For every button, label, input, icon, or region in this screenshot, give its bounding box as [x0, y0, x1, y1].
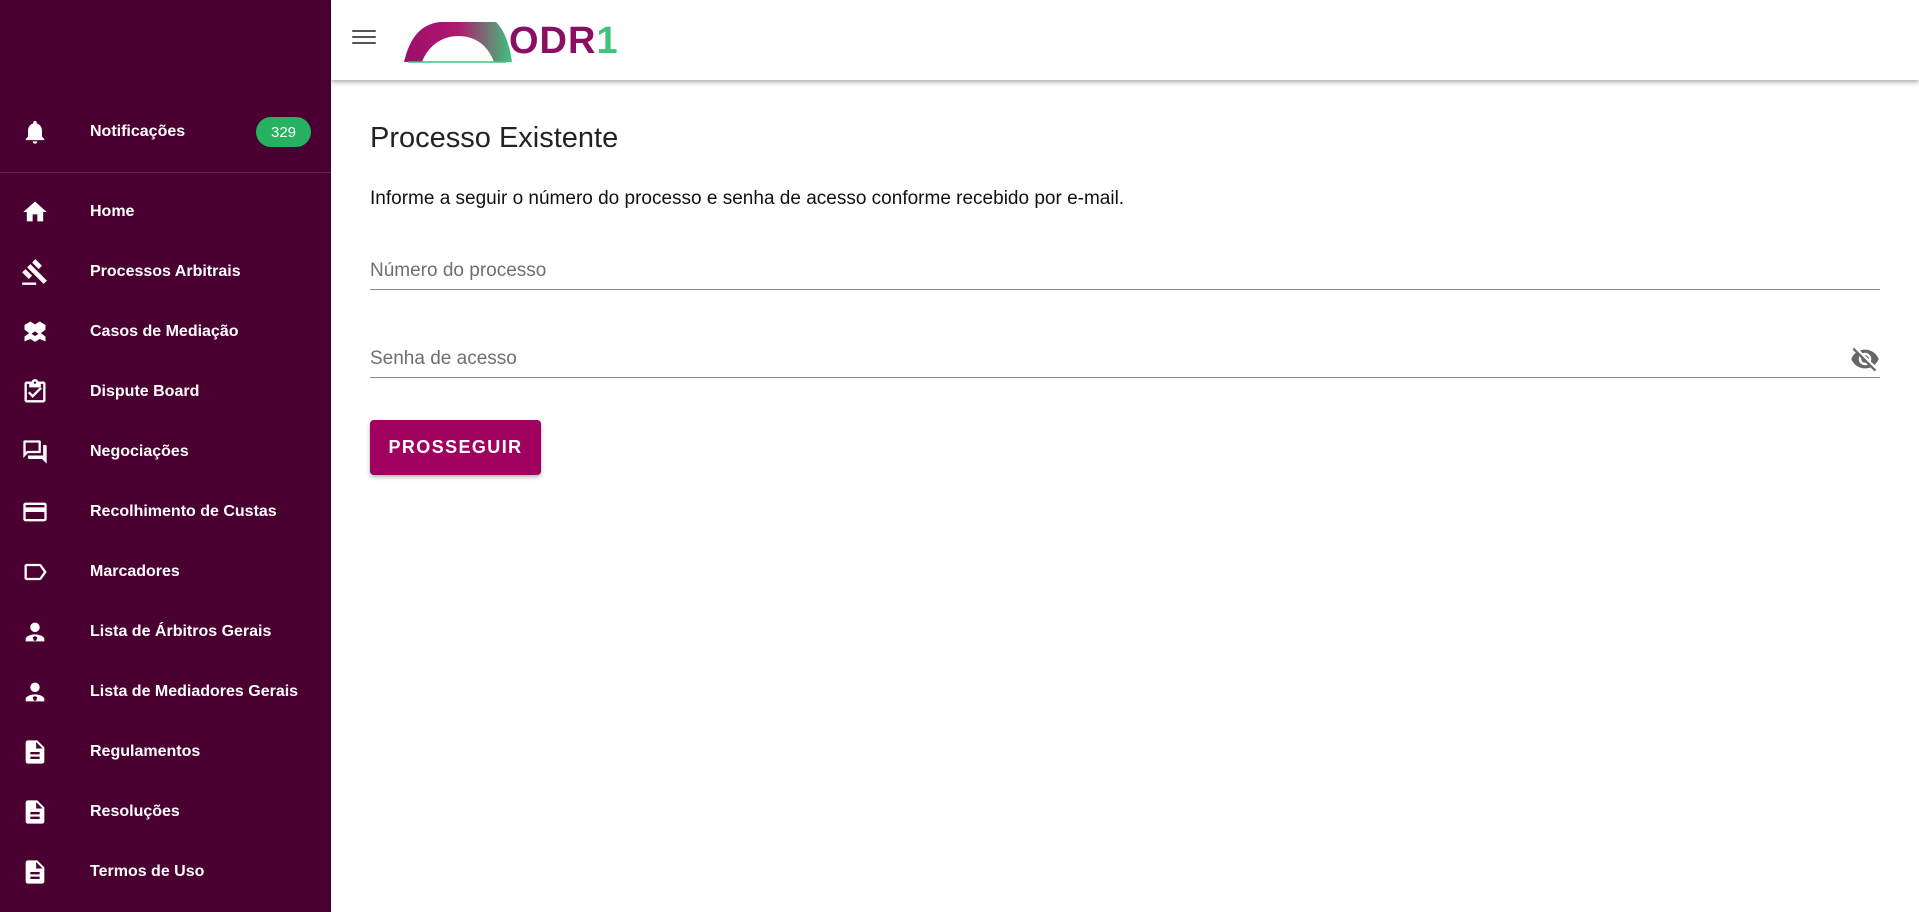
notification-count-badge: 329	[256, 117, 311, 147]
page-title: Processo Existente	[370, 122, 619, 154]
page-description: Informe a seguir o número do processo e …	[370, 188, 1125, 209]
sidebar-item-label: Termos de Uso	[90, 863, 205, 880]
sidebar: Notificações 329 Home Processos Arbitrai…	[0, 0, 331, 912]
sidebar-item-label: Casos de Mediação	[90, 323, 239, 340]
sidebar-item-lista-de-arbitros-gerais[interactable]: Lista de Árbitros Gerais	[0, 602, 331, 662]
sidebar-item-label: Processos Arbitrais	[90, 263, 241, 280]
clipboard-check-icon	[20, 377, 50, 407]
sidebar-item-label: Lista de Mediadores Gerais	[90, 683, 299, 700]
process-number-input[interactable]	[370, 246, 1880, 289]
sidebar-item-home[interactable]: Home	[0, 182, 331, 242]
document-icon	[20, 857, 50, 887]
handshake-icon	[20, 317, 50, 347]
sidebar-item-label: Regulamentos	[90, 743, 201, 760]
sidebar-item-termos-de-uso[interactable]: Termos de Uso	[0, 842, 331, 902]
sidebar-item-lista-de-mediadores-gerais[interactable]: Lista de Mediadores Gerais	[0, 662, 331, 722]
sidebar-item-label: Marcadores	[90, 563, 180, 580]
sidebar-item-recolhimento-de-custas[interactable]: Recolhimento de Custas	[0, 482, 331, 542]
person-icon	[20, 617, 50, 647]
sidebar-item-label: Home	[90, 203, 135, 220]
sidebar-item-label: Recolhimento de Custas	[90, 503, 277, 520]
odr1-logo[interactable]: ODR1	[402, 18, 622, 66]
sidebar-item-processos-arbitrais[interactable]: Processos Arbitrais	[0, 242, 331, 302]
password-input[interactable]	[370, 334, 1880, 377]
process-number-field	[370, 246, 1880, 290]
sidebar-item-dispute-board[interactable]: Dispute Board	[0, 362, 331, 422]
document-icon	[20, 797, 50, 827]
gavel-icon	[20, 257, 50, 287]
chat-icon	[20, 437, 50, 467]
menu-icon[interactable]	[350, 26, 378, 54]
sidebar-item-regulamentos[interactable]: Regulamentos	[0, 722, 331, 782]
visibility-off-icon[interactable]	[1850, 344, 1880, 374]
app-root: Notificações 329 Home Processos Arbitrai…	[0, 0, 1919, 912]
sidebar-item-notifications[interactable]: Notificações 329	[0, 102, 331, 162]
label-icon	[20, 557, 50, 587]
sidebar-item-label: Dispute Board	[90, 383, 200, 400]
prosseguir-button[interactable]: PROSSEGUIR	[370, 420, 541, 475]
home-icon	[20, 197, 50, 227]
password-field	[370, 334, 1880, 378]
sidebar-item-label: Resoluções	[90, 803, 180, 820]
sidebar-item-label: Notificações	[90, 123, 186, 140]
top-bar: ODR1	[331, 0, 1919, 80]
sidebar-item-resolucoes[interactable]: Resoluções	[0, 782, 331, 842]
credit-card-icon	[20, 497, 50, 527]
sidebar-divider	[0, 172, 331, 173]
sidebar-item-label: Negociações	[90, 443, 189, 460]
sidebar-item-casos-de-mediacao[interactable]: Casos de Mediação	[0, 302, 331, 362]
sidebar-item-label: Lista de Árbitros Gerais	[90, 623, 272, 640]
bell-icon	[20, 117, 50, 147]
logo-arch-icon	[404, 22, 512, 63]
sidebar-item-marcadores[interactable]: Marcadores	[0, 542, 331, 602]
person-icon	[20, 677, 50, 707]
sidebar-item-negociacoes[interactable]: Negociações	[0, 422, 331, 482]
document-icon	[20, 737, 50, 767]
logo-text: ODR1	[509, 20, 619, 62]
